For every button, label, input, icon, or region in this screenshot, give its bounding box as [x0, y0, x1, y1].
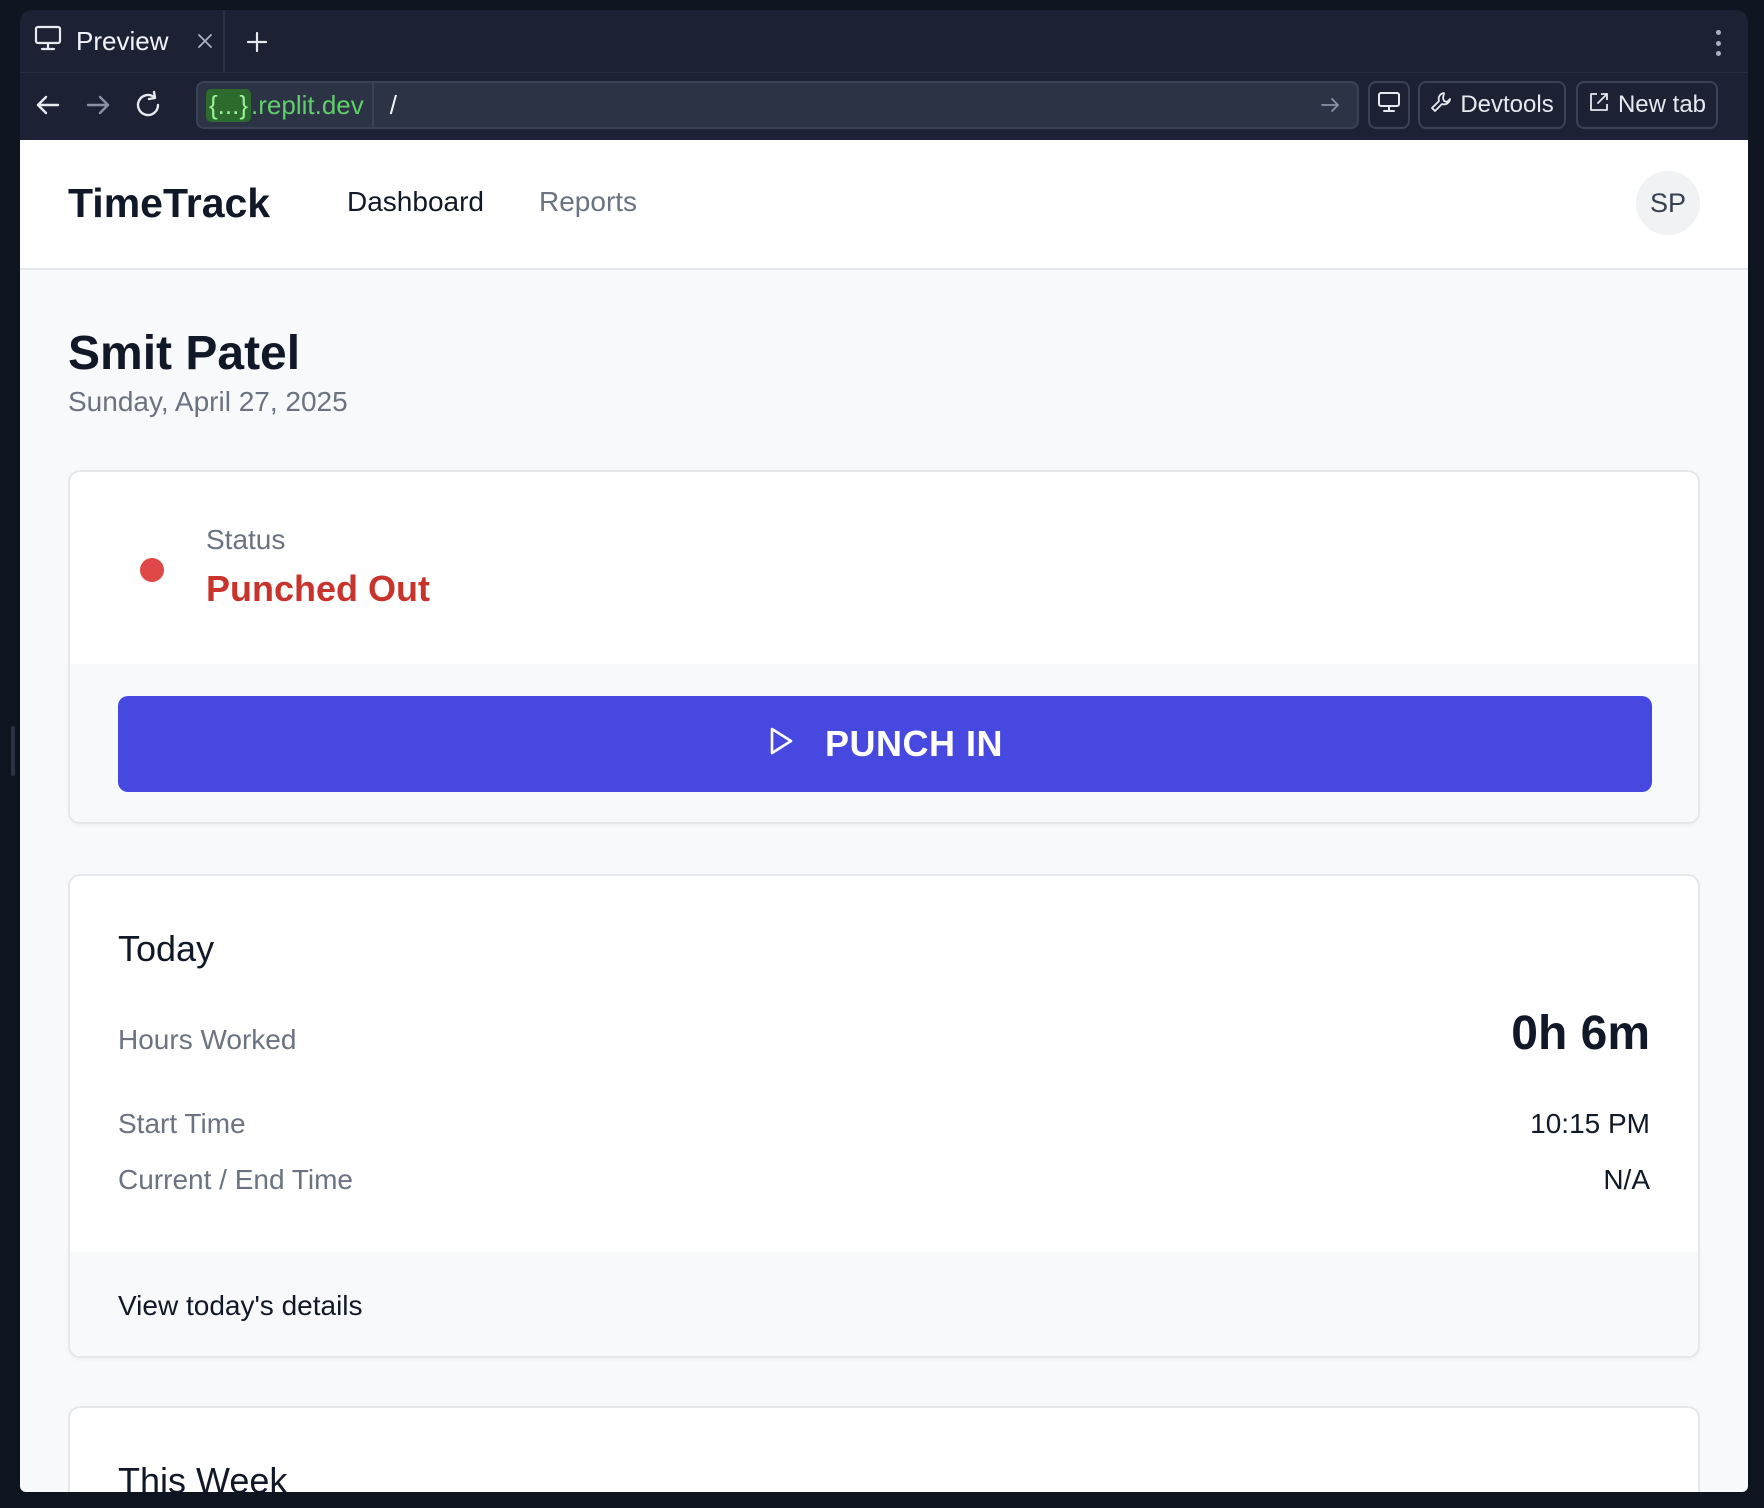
- page-viewport: TimeTrack Dashboard Reports SP Smit Pate…: [20, 140, 1748, 1492]
- tab-bar: Preview: [20, 10, 1748, 72]
- external-link-icon: [1588, 91, 1610, 120]
- status-label: Status: [206, 524, 286, 555]
- end-time-label: Current / End Time: [118, 1164, 353, 1195]
- end-time-value: N/A: [1603, 1164, 1650, 1195]
- url-bar[interactable]: {...} .replit.dev /: [196, 81, 1359, 129]
- wrench-icon: [1430, 91, 1452, 120]
- today-title: Today: [118, 928, 215, 969]
- left-panel-edge: [0, 0, 20, 1508]
- tab-preview[interactable]: Preview: [20, 10, 223, 72]
- url-host-highlight: {...}: [206, 88, 252, 122]
- hours-worked-value: 0h 6m: [1511, 1007, 1650, 1060]
- view-details-link[interactable]: View today's details: [118, 1290, 363, 1322]
- monitor-icon: [1377, 91, 1401, 120]
- play-icon: [767, 723, 795, 765]
- punch-in-button[interactable]: PUNCH IN: [118, 696, 1652, 792]
- page-title: Smit Patel: [68, 327, 301, 380]
- new-tab-label: New tab: [1617, 91, 1707, 118]
- avatar[interactable]: SP: [1636, 171, 1700, 235]
- tab-title: Preview: [76, 25, 169, 56]
- go-arrow-icon[interactable]: [1315, 90, 1345, 120]
- devtools-button[interactable]: Devtools: [1418, 81, 1566, 129]
- more-vertical-icon[interactable]: [1712, 28, 1724, 58]
- close-icon[interactable]: [192, 28, 218, 54]
- reload-icon[interactable]: [128, 85, 168, 125]
- device-preview-button[interactable]: [1368, 81, 1410, 129]
- today-card-footer: View today's details: [70, 1252, 1698, 1356]
- arrow-right-icon[interactable]: [78, 85, 118, 125]
- hours-worked-label: Hours Worked: [118, 1024, 297, 1055]
- current-date: Sunday, April 27, 2025: [68, 386, 348, 417]
- monitor-icon: [34, 25, 62, 58]
- today-card: Today Hours Worked 0h 6m Start Time 10:1…: [68, 874, 1700, 1358]
- punch-in-label: PUNCH IN: [824, 723, 1003, 764]
- resize-handle[interactable]: [11, 726, 15, 776]
- devtools-label: Devtools: [1460, 91, 1554, 118]
- url-host: {...} .replit.dev: [198, 83, 374, 127]
- navigation-bar: {...} .replit.dev / Devtools New tab: [20, 72, 1748, 140]
- this-week-title: This Week: [118, 1460, 288, 1492]
- nav-dashboard[interactable]: Dashboard: [347, 186, 484, 218]
- status-value: Punched Out: [206, 568, 430, 609]
- arrow-left-icon[interactable]: [28, 85, 68, 125]
- app-header: TimeTrack Dashboard Reports SP: [20, 140, 1748, 270]
- new-tab-button[interactable]: New tab: [1576, 81, 1718, 129]
- url-path-input[interactable]: /: [374, 90, 1315, 121]
- this-week-card: This Week: [68, 1406, 1700, 1492]
- start-time-label: Start Time: [118, 1108, 246, 1139]
- start-time-value: 10:15 PM: [1530, 1108, 1650, 1139]
- tab-divider: [223, 10, 225, 72]
- url-host-domain: .replit.dev: [251, 89, 364, 120]
- nav-reports[interactable]: Reports: [539, 186, 637, 218]
- status-card-footer: PUNCH IN: [70, 664, 1698, 822]
- brand-logo[interactable]: TimeTrack: [68, 180, 270, 227]
- status-card: Status Punched Out PUNCH IN: [68, 470, 1700, 824]
- status-indicator: [140, 558, 164, 582]
- plus-icon[interactable]: [242, 27, 272, 57]
- browser-window: Preview {...} .replit.dev / Devtools New…: [20, 10, 1748, 1492]
